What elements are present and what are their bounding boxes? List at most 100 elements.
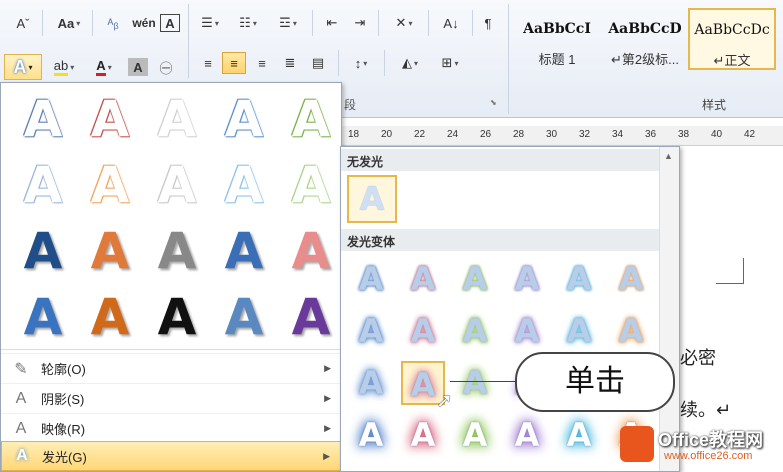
chevron-down-icon: ▾ [363, 58, 368, 68]
multilevel-list-button[interactable]: ☲ ▾ [270, 12, 306, 34]
glow-variant-option[interactable]: A [401, 413, 445, 457]
glow-variant-option[interactable]: A [349, 309, 393, 353]
align-left-button[interactable]: ≡ [196, 52, 220, 74]
glow-variant-option[interactable]: A [349, 361, 393, 405]
phonetic-guide-button[interactable]: wén [130, 12, 158, 34]
divider [312, 10, 313, 36]
text-effects-gallery: AAAAAAAAAAAAAAAAAAAA [1, 83, 341, 349]
text-effect-option[interactable]: A [214, 223, 274, 279]
style-heading1[interactable]: AaBbCcI 标题 1 [514, 8, 600, 70]
text-effect-option[interactable]: A [147, 223, 207, 279]
text-effect-option[interactable]: A [13, 91, 73, 147]
change-case-button[interactable]: Aa ▾ [50, 12, 88, 34]
glow-variant-option[interactable]: A [609, 309, 653, 353]
align-center-button[interactable]: ≡ [222, 52, 246, 74]
character-border-button[interactable]: A [160, 14, 180, 32]
glow-variant-option[interactable]: A [453, 309, 497, 353]
line-spacing-button[interactable]: ↕ ▾ [344, 52, 378, 74]
divider [378, 10, 379, 36]
text-effect-option[interactable]: A [281, 157, 341, 213]
enclose-char-button[interactable]: ㊀ [154, 56, 178, 78]
menu-item-glow[interactable]: A 发光(G) ▶ [1, 441, 341, 471]
no-glow-option[interactable]: A [347, 175, 397, 223]
char-shading-button[interactable]: A [128, 58, 148, 76]
align-right-button[interactable]: ≡ [250, 52, 274, 74]
numbering-button[interactable]: ☷ ▾ [232, 12, 264, 34]
glow-variant-option[interactable]: A [609, 257, 653, 301]
bullets-button[interactable]: ☰ ▾ [194, 12, 226, 34]
shading-button[interactable]: ◭ ▾ [392, 52, 428, 74]
borders-button[interactable]: ⊞ ▾ [432, 52, 468, 74]
menu-item-shadow[interactable]: A 阴影(S) ▶ [1, 383, 341, 413]
increase-indent-button[interactable]: ⇥ [348, 12, 372, 34]
ruler-tick: 38 [678, 129, 690, 140]
text-effect-option[interactable]: A [80, 223, 140, 279]
style-heading2[interactable]: AaBbCcD ↵第2级标... [602, 8, 688, 70]
distributed-button[interactable]: ▤ [306, 52, 330, 74]
shrink-font-button[interactable]: Aˇ [8, 12, 38, 34]
page-margin-mark [716, 258, 744, 284]
text-effect-option[interactable]: A [13, 157, 73, 213]
highlight-button[interactable]: ab ▾ [46, 56, 82, 78]
text-effect-option[interactable]: A [214, 289, 274, 345]
glow-variant-option[interactable]: A [505, 413, 549, 457]
justify-button[interactable]: ≣ [278, 52, 302, 74]
style-normal[interactable]: AaBbCcDc ↵正文 [688, 8, 776, 70]
glow-icon: A [16, 447, 28, 464]
glow-variant-option[interactable]: A [453, 257, 497, 301]
text-effect-option[interactable]: A [13, 223, 73, 279]
text-effect-option[interactable]: A [13, 289, 73, 345]
text-effect-option[interactable]: A [281, 289, 341, 345]
change-case-label: Aa [57, 15, 75, 31]
text-effect-option[interactable]: A [281, 91, 341, 147]
chinese-layout-button[interactable]: ✕ ▾ [386, 12, 422, 34]
decrease-indent-button[interactable]: ⇤ [320, 12, 344, 34]
glow-variants-header: 发光变体 [341, 229, 659, 251]
glow-variant-option[interactable]: A [349, 257, 393, 301]
glow-variant-option[interactable]: A [505, 257, 549, 301]
text-effect-option[interactable]: A [147, 157, 207, 213]
divider [384, 50, 385, 76]
glow-variant-option[interactable]: A [401, 257, 445, 301]
text-effect-option[interactable]: A [214, 157, 274, 213]
text-effect-option[interactable]: A [80, 289, 140, 345]
glow-variant-option[interactable]: A [505, 309, 549, 353]
show-marks-button[interactable]: ¶ [478, 12, 498, 34]
glow-variant-option[interactable]: A [557, 413, 601, 457]
ruler-tick: 32 [579, 129, 591, 140]
chevron-down-icon: ▾ [107, 62, 112, 72]
text-effect-option[interactable]: A [214, 91, 274, 147]
sort-button[interactable]: A↓ [436, 12, 466, 34]
glow-variant-option[interactable]: A [453, 413, 497, 457]
menu-item-reflection[interactable]: A 映像(R) ▶ [1, 413, 341, 443]
divider [338, 50, 339, 76]
style-preview: AaBbCcI [523, 21, 591, 37]
align-center-icon: ≡ [230, 55, 238, 71]
menu-item-label: 轮廓(O) [41, 362, 86, 377]
text-effect-option[interactable]: A [147, 289, 207, 345]
divider [188, 4, 189, 78]
font-color-button[interactable]: A ▾ [86, 56, 122, 78]
ruler-tick: 42 [744, 129, 756, 140]
clear-format-button[interactable]: ᴬᵦ [100, 12, 126, 34]
glow-variant-option[interactable]: A [453, 361, 497, 405]
text-effect-option[interactable]: A [80, 91, 140, 147]
chinese-layout-icon: ✕ [395, 15, 407, 30]
no-glow-header: 无发光 [341, 149, 659, 171]
style-name: ↵正文 [713, 53, 751, 68]
styles-group-label: 样式 [702, 98, 727, 112]
text-effects-button[interactable]: A ▾ [4, 54, 42, 80]
glow-variant-option[interactable]: A [557, 257, 601, 301]
scroll-up-icon[interactable]: ▲ [664, 151, 673, 161]
glow-variant-option[interactable]: A [349, 413, 393, 457]
glow-variant-option[interactable]: A [557, 309, 601, 353]
dialog-launcher-icon[interactable]: ⬊ [490, 98, 497, 107]
multilevel-list-icon: ☲ [279, 15, 291, 30]
text-effect-option[interactable]: A [281, 223, 341, 279]
style-preview: AaBbCcD [608, 21, 682, 37]
style-preview: AaBbCcDc [694, 22, 770, 38]
text-effect-option[interactable]: A [147, 91, 207, 147]
menu-item-outline[interactable]: ✎ 轮廓(O) ▶ [1, 353, 341, 383]
text-effect-option[interactable]: A [80, 157, 140, 213]
glow-variant-option[interactable]: A [401, 309, 445, 353]
